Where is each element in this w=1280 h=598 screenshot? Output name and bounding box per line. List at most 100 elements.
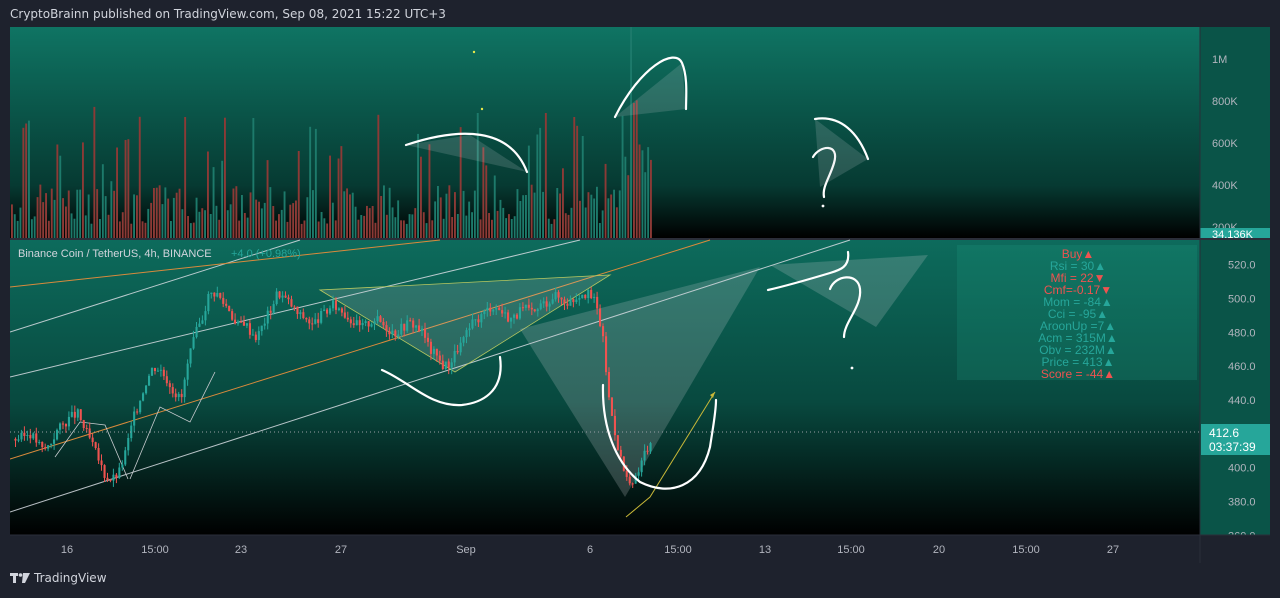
volume-bar — [618, 190, 621, 238]
volume-bar — [539, 127, 542, 238]
volume-bar — [468, 201, 471, 238]
candle-body — [332, 300, 335, 309]
candle-body — [207, 294, 210, 312]
candle-body — [501, 310, 504, 314]
pane-separator[interactable] — [10, 238, 1270, 240]
volume-bar — [522, 195, 525, 238]
candle-body — [587, 289, 590, 298]
volume-bar — [420, 156, 422, 238]
volume-bar — [385, 214, 388, 238]
volume-bar — [218, 219, 221, 238]
candle-body — [192, 337, 195, 349]
volume-bar — [635, 100, 638, 238]
chart-frame[interactable]: 1M800K600K400K200K 34.136K 520.0500.0480… — [9, 27, 1270, 563]
candle-body — [153, 368, 156, 371]
volume-bar — [207, 151, 209, 238]
candle-body — [379, 316, 382, 322]
volume-bar — [596, 186, 598, 238]
volume-bar — [442, 218, 445, 238]
volume-bar — [536, 134, 539, 238]
footer[interactable]: TradingView — [10, 571, 107, 585]
candle-body — [551, 299, 554, 304]
candle-body — [64, 423, 67, 427]
volume-bar — [172, 197, 175, 238]
candle-body — [287, 297, 290, 300]
volume-tick-label: 1M — [1212, 54, 1227, 66]
candle-body — [492, 309, 495, 312]
volume-bar — [491, 219, 493, 238]
volume-bar — [215, 205, 218, 238]
time-tick-label: 16 — [61, 544, 73, 556]
volume-bar — [67, 190, 70, 238]
candle-body — [299, 312, 302, 315]
candle-body — [471, 319, 474, 329]
volume-bar — [471, 212, 473, 238]
candle-body — [228, 305, 231, 312]
candle-body — [82, 420, 85, 428]
candle-body — [56, 429, 59, 440]
volume-bar — [493, 175, 496, 238]
volume-bar — [255, 199, 258, 238]
volume-bar — [260, 208, 263, 238]
volume-bar — [516, 189, 519, 238]
candle-body — [447, 361, 450, 368]
volume-bar — [448, 185, 451, 238]
volume-bar — [641, 150, 644, 238]
chart-svg[interactable]: 1M800K600K400K200K 34.136K 520.0500.0480… — [9, 27, 1270, 563]
candle-body — [453, 351, 456, 363]
symbol-legend[interactable]: Binance Coin / TetherUS, 4h, BINANCE — [18, 248, 212, 260]
volume-tick-label: 800K — [1212, 96, 1238, 108]
volume-bar — [306, 197, 309, 238]
candle-body — [397, 334, 400, 337]
volume-bar — [550, 223, 553, 238]
volume-bar — [90, 223, 93, 238]
candle-body — [38, 442, 41, 443]
candle-body — [605, 336, 608, 373]
volume-bar — [544, 113, 547, 238]
candle-body — [569, 299, 572, 306]
candle-body — [607, 372, 610, 398]
candle-body — [545, 301, 548, 307]
candle-body — [79, 409, 82, 420]
candle-body — [637, 472, 640, 476]
price-tick-label: 500.0 — [1228, 293, 1256, 305]
volume-bar — [431, 220, 434, 238]
volume-bar — [621, 115, 624, 238]
candle-body — [542, 301, 545, 304]
candle-body — [640, 460, 643, 473]
volume-bar — [434, 201, 437, 238]
candle-body — [340, 308, 343, 313]
volume-bar — [377, 114, 380, 238]
candle-body — [171, 387, 174, 394]
volume-bar — [45, 193, 47, 238]
tradingview-logo-icon — [10, 573, 30, 583]
candle-body — [73, 411, 76, 418]
candle-body — [391, 330, 394, 335]
candle-body — [426, 337, 429, 342]
volume-bar — [221, 160, 224, 238]
volume-bar — [513, 216, 516, 238]
candle-body — [59, 423, 62, 430]
volume-bar — [76, 189, 79, 238]
time-axis-bg — [10, 535, 1270, 563]
volume-bar — [340, 146, 343, 238]
volume-bar — [73, 218, 76, 238]
volume-bar — [456, 214, 459, 238]
time-tick-label: 23 — [235, 544, 247, 556]
candle-body — [370, 324, 373, 327]
volume-bar — [65, 206, 67, 238]
candle-body — [329, 308, 332, 314]
candle-body — [290, 299, 293, 307]
indicator-lines: Buy▲Rsi = 30▲Mfi = 22▼Cmf=-0.17▼Mom = -8… — [1038, 247, 1118, 381]
candle-body — [150, 368, 153, 376]
candle-body — [53, 439, 56, 444]
volume-bar — [488, 213, 490, 238]
candle-body — [584, 294, 587, 299]
candle-body — [343, 312, 346, 318]
volume-bar — [141, 221, 144, 238]
candle-body — [311, 323, 314, 325]
volume-bar — [647, 147, 650, 238]
time-tick-label: 6 — [587, 544, 593, 556]
volume-bar — [439, 197, 442, 238]
candle-body — [450, 362, 453, 368]
